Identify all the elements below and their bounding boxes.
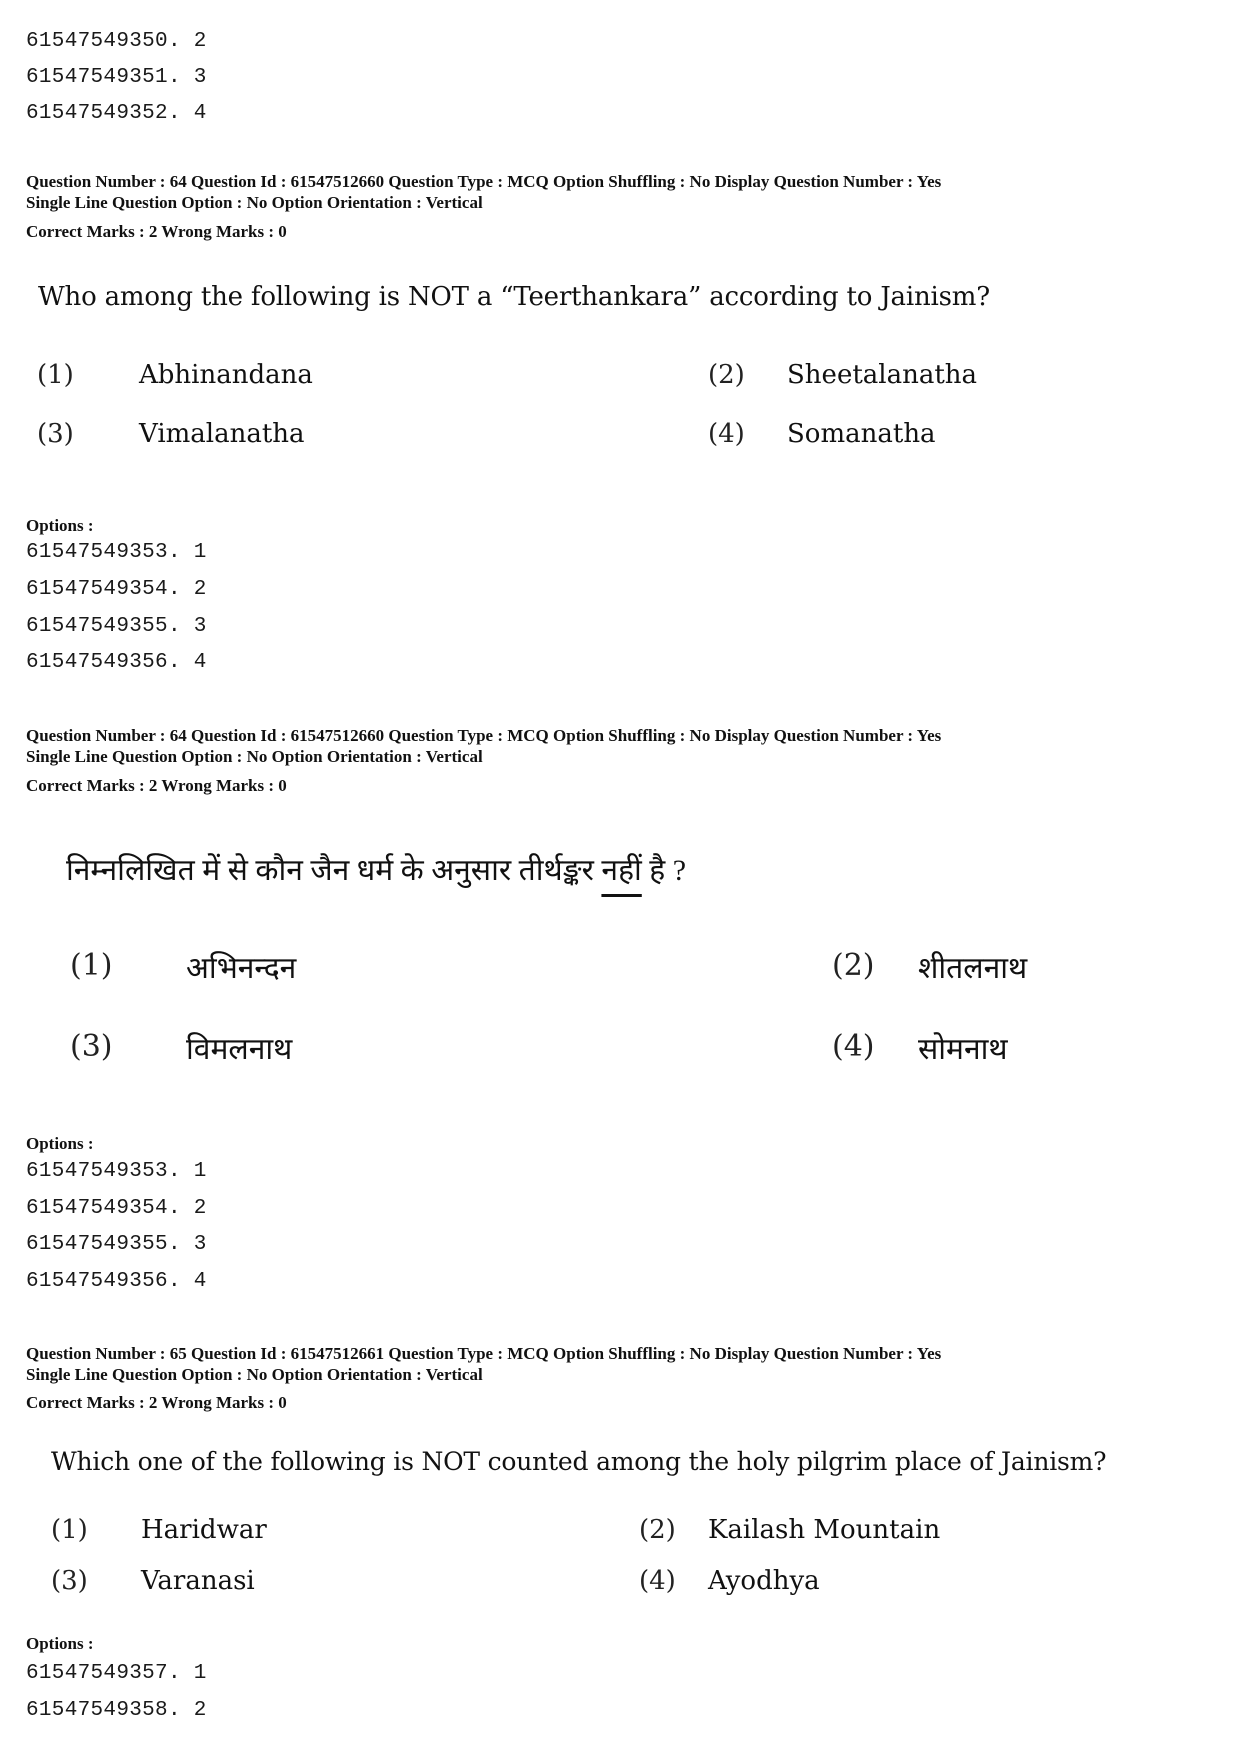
question-meta-line1: Question Number : 64 Question Id : 61547… xyxy=(26,726,942,745)
option-number: 3 xyxy=(193,615,207,638)
choice-text: Varanasi xyxy=(141,1566,255,1596)
choice-number: (3) xyxy=(51,1566,88,1596)
option-id: 61547549355 xyxy=(26,1233,168,1256)
choice-text: विमलनाथ xyxy=(186,1033,293,1066)
option-id: 61547549353 xyxy=(26,541,168,564)
option-number: 1 xyxy=(193,1662,207,1685)
option-number: 1 xyxy=(193,541,207,564)
choice-text: Somanatha xyxy=(787,419,936,449)
question-text-part: निम्नलिखित में से कौन जैन धर्म के अनुसार… xyxy=(66,854,602,887)
option-number: 2 xyxy=(193,578,207,601)
choice-number: (1) xyxy=(51,1515,88,1545)
choice-number: (3) xyxy=(37,419,74,449)
option-number: 4 xyxy=(193,102,207,125)
question-marks: Correct Marks : 2 Wrong Marks : 0 xyxy=(26,776,287,795)
question-marks: Correct Marks : 2 Wrong Marks : 0 xyxy=(26,1393,287,1412)
choice-text: अभिनन्दन xyxy=(186,952,297,985)
option-number: 2 xyxy=(193,1197,207,1220)
option-number: 4 xyxy=(193,651,207,674)
option-id-row: 61547549358. 2 xyxy=(26,1699,207,1722)
question-meta-line2: Single Line Question Option : No Option … xyxy=(26,747,483,766)
option-number: 3 xyxy=(193,66,207,89)
question-text-part: है ? xyxy=(641,854,687,887)
option-id-row: 61547549353. 1 xyxy=(26,1160,207,1183)
option-id: 61547549357 xyxy=(26,1662,168,1685)
option-number: 2 xyxy=(193,1699,207,1722)
option-id-row: 61547549352. 4 xyxy=(26,102,207,125)
choice-text: Kailash Mountain xyxy=(708,1515,941,1545)
choice-number: (2) xyxy=(832,948,875,983)
option-id-row: 61547549356. 4 xyxy=(26,651,207,674)
option-number: 3 xyxy=(193,1233,207,1256)
choice-text: सोमनाथ xyxy=(918,1033,1008,1066)
choice-text: Abhinandana xyxy=(139,360,313,390)
option-id-row: 61547549353. 1 xyxy=(26,541,207,564)
option-id: 61547549354 xyxy=(26,578,168,601)
options-label: Options : xyxy=(26,1134,94,1153)
question-text: Who among the following is NOT a “Teerth… xyxy=(38,282,990,312)
option-id-row: 61547549354. 2 xyxy=(26,578,207,601)
option-id: 61547549353 xyxy=(26,1160,168,1183)
option-id-row: 61547549350. 2 xyxy=(26,30,207,53)
question-text-hindi: निम्नलिखित में से कौन जैन धर्म के अनुसार… xyxy=(66,848,686,889)
choice-number: (4) xyxy=(639,1566,676,1596)
choice-number: (4) xyxy=(832,1029,875,1064)
option-number: 1 xyxy=(193,1160,207,1183)
option-id-row: 61547549357. 1 xyxy=(26,1662,207,1685)
option-number: 2 xyxy=(193,30,207,53)
question-meta-line2: Single Line Question Option : No Option … xyxy=(26,1365,483,1384)
option-id: 61547549355 xyxy=(26,615,168,638)
option-id: 61547549354 xyxy=(26,1197,168,1220)
question-meta-line1: Question Number : 64 Question Id : 61547… xyxy=(26,172,942,191)
choice-text: शीतलनाथ xyxy=(918,952,1028,985)
options-label: Options : xyxy=(26,1634,94,1653)
question-marks: Correct Marks : 2 Wrong Marks : 0 xyxy=(26,222,287,241)
choice-number: (3) xyxy=(70,1029,113,1064)
option-id-row: 61547549351. 3 xyxy=(26,66,207,89)
choice-number: (1) xyxy=(70,948,113,983)
option-id: 61547549350 xyxy=(26,30,168,53)
option-number: 4 xyxy=(193,1270,207,1293)
option-id: 61547549356 xyxy=(26,651,168,674)
question-meta-line2: Single Line Question Option : No Option … xyxy=(26,193,483,212)
choice-text: Haridwar xyxy=(141,1515,267,1545)
choice-number: (1) xyxy=(37,360,74,390)
choice-text: Ayodhya xyxy=(708,1566,820,1596)
option-id: 61547549352 xyxy=(26,102,168,125)
option-id: 61547549356 xyxy=(26,1270,168,1293)
choice-text: Vimalanatha xyxy=(139,419,305,449)
choice-number: (2) xyxy=(708,360,745,390)
option-id: 61547549358 xyxy=(26,1699,168,1722)
options-label: Options : xyxy=(26,516,94,535)
question-text-emphasis: नहीं xyxy=(601,854,642,887)
choice-number: (2) xyxy=(639,1515,676,1545)
option-id-row: 61547549356. 4 xyxy=(26,1270,207,1293)
choice-number: (4) xyxy=(708,419,745,449)
question-text: Which one of the following is NOT counte… xyxy=(51,1447,1107,1476)
option-id: 61547549351 xyxy=(26,66,168,89)
option-id-row: 61547549354. 2 xyxy=(26,1197,207,1220)
option-id-row: 61547549355. 3 xyxy=(26,1233,207,1256)
option-id-row: 61547549355. 3 xyxy=(26,615,207,638)
question-meta-line1: Question Number : 65 Question Id : 61547… xyxy=(26,1344,942,1363)
choice-text: Sheetalanatha xyxy=(787,360,978,390)
